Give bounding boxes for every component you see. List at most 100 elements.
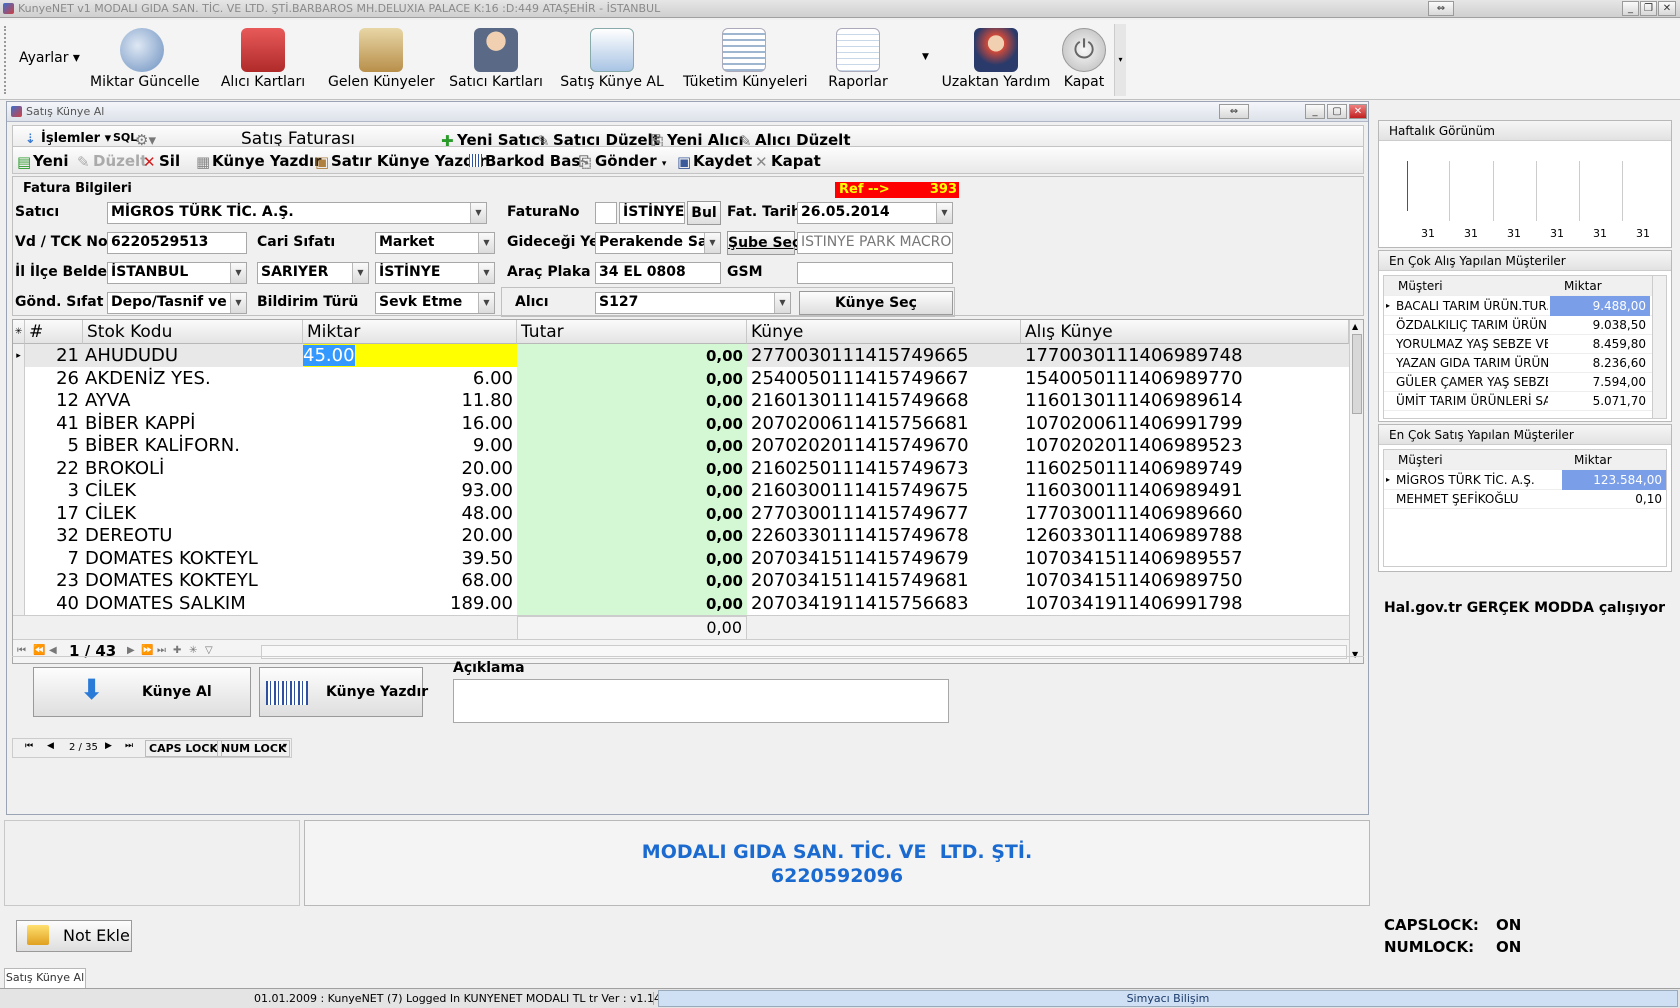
child-close-button[interactable]: ✕ bbox=[1349, 104, 1367, 119]
list-item[interactable]: YAZAN GIDA TARIM ÜRÜNLE 8.236,60 bbox=[1384, 353, 1652, 373]
cell-tutar[interactable]: 0,00 bbox=[517, 366, 747, 391]
grid-header-no[interactable]: # bbox=[25, 320, 83, 344]
satir-kunye-yazdir-button[interactable]: ▣ Satır Künye Yazdır bbox=[315, 152, 486, 171]
child-maximize-button[interactable]: ▢ bbox=[1327, 104, 1347, 119]
list-item[interactable]: ÜMİT TARIM ÜRÜNLERİ SAN. 5.071,70 bbox=[1384, 391, 1652, 411]
nav-prev-icon[interactable]: ◀ bbox=[47, 741, 54, 751]
islemler-menu[interactable]: ⇣ İşlemler ▾ bbox=[25, 131, 111, 147]
child-minimize-button[interactable]: _ bbox=[1305, 104, 1325, 119]
vd-tck-input[interactable]: 6220529513 bbox=[107, 232, 247, 254]
alici-select[interactable]: S127 ▼ bbox=[595, 292, 791, 314]
cell-tutar[interactable]: 0,00 bbox=[517, 569, 747, 593]
cell-miktar[interactable]: 189.00 bbox=[303, 592, 517, 616]
grid-vertical-scrollbar[interactable]: ▲ ▼ bbox=[1349, 320, 1363, 663]
next-page-icon[interactable]: ▶ bbox=[127, 645, 135, 656]
ilce-select[interactable]: SARIYER ▼ bbox=[257, 262, 369, 284]
nav-next-icon[interactable]: ▶ bbox=[105, 741, 112, 751]
cell-miktar[interactable]: 11.80 bbox=[303, 389, 517, 413]
prev-page-fast-icon[interactable]: ⏪ bbox=[33, 645, 45, 656]
duzelt-button[interactable]: ✎ Düzelt bbox=[77, 152, 147, 171]
cell-miktar[interactable]: 16.00 bbox=[303, 412, 517, 436]
cell-miktar[interactable]: 45.00 bbox=[303, 344, 517, 368]
insert-row-icon[interactable]: ✳ bbox=[189, 645, 197, 656]
fatura-seri-input[interactable]: İSTİNYE bbox=[619, 202, 685, 224]
top-buyers-scrollbar[interactable] bbox=[1652, 276, 1666, 418]
grid-header-kunye[interactable]: Künye bbox=[747, 320, 1021, 344]
add-row-icon[interactable]: ✚ bbox=[173, 645, 181, 656]
table-row[interactable]: ▸ 21 AHUDUDU 45.00 0,00 2770030111415749665 17… bbox=[13, 344, 1349, 368]
kunye-al-button[interactable]: ⬇ Künye Al bbox=[33, 667, 251, 717]
first-page-icon[interactable]: ⏮ bbox=[17, 645, 26, 656]
cell-miktar[interactable]: 20.00 bbox=[303, 524, 517, 548]
cell-tutar[interactable]: 0,00 bbox=[517, 344, 747, 368]
grid-header-stok-kodu[interactable]: Stok Kodu bbox=[83, 320, 303, 344]
nav-last-icon[interactable]: ⏭ bbox=[125, 741, 133, 751]
table-row[interactable]: 5 BİBER KALİFORN. 9.00 0,00 2070202011415749… bbox=[13, 434, 1349, 458]
raporlar-dropdown-icon[interactable]: ▼ bbox=[922, 52, 929, 62]
kapat-form-button[interactable]: ✕ Kapat bbox=[755, 152, 821, 171]
cell-tutar[interactable]: 0,00 bbox=[517, 524, 747, 548]
list-item[interactable]: ▸ MİGROS TÜRK TİC. A.Ş. 123.584,00 bbox=[1384, 470, 1666, 490]
not-ekle-button[interactable]: Not Ekle bbox=[16, 920, 132, 952]
cell-miktar[interactable]: 9.00 bbox=[303, 434, 517, 458]
close-button[interactable]: ✕ bbox=[1658, 1, 1676, 16]
table-row[interactable]: 23 DOMATES KOKTEYL 68.00 0,00 20703415114157… bbox=[13, 569, 1349, 593]
filter-icon[interactable]: ▽ bbox=[205, 645, 213, 656]
table-row[interactable]: 17 CİLEK 48.00 0,00 2770300111415749677 17703… bbox=[13, 501, 1349, 526]
belde-select[interactable]: İSTİNYE ▼ bbox=[375, 262, 495, 284]
table-row[interactable]: 12 AYVA 11.80 0,00 2160130111415749668 116013… bbox=[13, 389, 1349, 413]
child-restore-icon[interactable]: ⇔ bbox=[1219, 104, 1249, 119]
nav-dropdown-icon[interactable]: ▾ bbox=[283, 741, 287, 750]
gidecegi-yer-select[interactable]: Perakende Satış ▼ bbox=[595, 232, 721, 254]
list-item[interactable]: GÜLER ÇAMER YAŞ SEBZE \ 7.594,00 bbox=[1384, 372, 1652, 392]
scroll-up-icon[interactable]: ▲ bbox=[1352, 322, 1358, 331]
scroll-thumb[interactable] bbox=[1352, 334, 1362, 414]
nav-first-icon[interactable]: ⏮ bbox=[25, 741, 33, 751]
uzaktan-yardim-button[interactable]: Uzaktan Yardım bbox=[940, 28, 1052, 98]
cell-tutar[interactable]: 0,00 bbox=[517, 411, 747, 436]
il-select[interactable]: İSTANBUL ▼ bbox=[107, 262, 247, 284]
gelen-kunyeler-button[interactable]: Gelen Künyeler bbox=[328, 28, 435, 98]
last-page-icon[interactable]: ⏭ bbox=[157, 645, 166, 656]
maximize-button[interactable]: ❐ bbox=[1640, 1, 1657, 16]
table-row[interactable]: 22 BROKOLİ 20.00 0,00 2160250111415749673 116… bbox=[13, 456, 1349, 481]
fatura-no-input[interactable] bbox=[595, 202, 617, 224]
sil-button[interactable]: ✕ Sil bbox=[143, 152, 180, 171]
gsm-input[interactable] bbox=[797, 262, 953, 284]
grid-header-alis-kunye[interactable]: Alış Künye bbox=[1021, 320, 1349, 344]
gond-sifat-select[interactable]: Depo/Tasnif ve Am ▼ bbox=[107, 292, 247, 314]
table-row[interactable]: 26 AKDENİZ YES. 6.00 0,00 254005011141574966… bbox=[13, 366, 1349, 391]
bul-button[interactable]: Bul bbox=[687, 201, 721, 225]
sube-input[interactable]: ISTINYE PARK MACRO bbox=[797, 232, 953, 254]
raporlar-button[interactable]: Raporlar bbox=[822, 28, 894, 98]
cell-miktar[interactable]: 48.00 bbox=[303, 502, 517, 526]
barkod-bas-button[interactable]: Barkod Bas bbox=[469, 152, 580, 170]
table-row[interactable]: 40 DOMATES SALKIM 189.00 0,00 20703419114157… bbox=[13, 591, 1349, 616]
cell-miktar[interactable]: 39.50 bbox=[303, 547, 517, 571]
grid-header-miktar[interactable]: Miktar bbox=[303, 320, 517, 344]
cell-miktar[interactable]: 6.00 bbox=[303, 367, 517, 391]
minimize-button[interactable]: _ bbox=[1622, 1, 1639, 16]
table-row[interactable]: 32 DEREOTU 20.00 0,00 2260330111415749678 126… bbox=[13, 524, 1349, 548]
kunye-sec-button[interactable]: Künye Seç bbox=[799, 291, 953, 315]
gonder-menu[interactable]: ⎘ Gönder ▾ bbox=[579, 152, 666, 171]
kunye-yazdir-button[interactable]: ▦ Künye Yazdır bbox=[196, 152, 322, 171]
table-row[interactable]: 7 DOMATES KOKTEYL 39.50 0,00 207034151141574… bbox=[13, 546, 1349, 571]
bildirim-turu-select[interactable]: Sevk Etme ▼ bbox=[375, 292, 495, 314]
list-item[interactable]: ÖZDALKILIÇ TARIM ÜRÜN.TA 9.038,50 bbox=[1384, 315, 1652, 335]
list-item[interactable]: YORULMAZ YAŞ SEBZE VE M 8.459,80 bbox=[1384, 334, 1652, 354]
cell-tutar[interactable]: 0,00 bbox=[517, 456, 747, 481]
tuketim-kunyeleri-button[interactable]: Tüketim Künyeleri bbox=[683, 28, 807, 98]
table-row[interactable]: 41 BİBER KAPPİ 16.00 0,00 207020061141575668… bbox=[13, 411, 1349, 436]
miktar-guncelle-button[interactable]: Miktar Güncelle bbox=[90, 28, 200, 98]
kaydet-button[interactable]: ▣ Kaydet bbox=[677, 152, 752, 171]
cell-tutar[interactable]: 0,00 bbox=[517, 591, 747, 616]
restore-icon[interactable]: ⇔ bbox=[1428, 1, 1454, 16]
cari-sifati-select[interactable]: Market ▼ bbox=[375, 232, 495, 254]
prev-page-icon[interactable]: ◀ bbox=[49, 645, 57, 656]
sube-sec-button[interactable]: Şube Seç bbox=[727, 231, 800, 255]
aciklama-textarea[interactable] bbox=[453, 679, 949, 723]
kapat-button[interactable]: ⏻ Kapat bbox=[1058, 28, 1110, 98]
cell-tutar[interactable]: 0,00 bbox=[517, 546, 747, 571]
yeni-button[interactable]: ▤ Yeni bbox=[17, 152, 68, 171]
